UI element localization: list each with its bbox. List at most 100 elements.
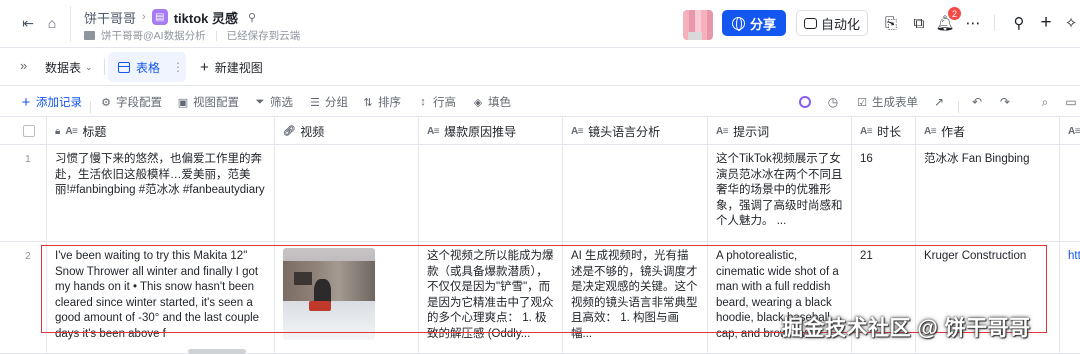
divider xyxy=(90,101,91,113)
column-header-video[interactable]: 🔗︎ 视频 xyxy=(274,117,418,145)
add-record-button[interactable]: + 添加记录 xyxy=(20,93,82,111)
ai-sparkle-icon[interactable]: ✧ xyxy=(1062,14,1080,32)
top-header: ⇤ ⌂ 饼干哥哥 › ▤ tiktok 灵感 ⚲ 饼干哥哥@AI数据分析 已经保… xyxy=(0,0,1080,48)
cell-prompt[interactable]: 这个TikTok视频展示了女演员范冰冰在两个不同且奢华的场景中的优雅形象，强调了… xyxy=(707,145,851,241)
chevron-right-icon: › xyxy=(142,11,146,23)
text-field-icon: A≡ xyxy=(65,125,78,137)
filter-label: 筛选 xyxy=(270,97,293,109)
plus-icon: + xyxy=(200,58,209,76)
avatar-blur xyxy=(688,32,702,40)
column-header-prompt[interactable]: A≡ 提示词 xyxy=(707,117,851,145)
search-records-icon[interactable]: ⌕ xyxy=(1038,95,1052,109)
column-header-duration[interactable]: A≡ 时长 xyxy=(851,117,915,145)
view-config-label: 视图配置 xyxy=(193,97,239,109)
row-height-label: 行高 xyxy=(433,97,456,109)
column-header-title[interactable]: 🔒︎ A≡ 标题 xyxy=(46,117,274,145)
group-label: 分组 xyxy=(325,97,348,109)
sort-button[interactable]: ⇅ 排序 xyxy=(362,94,401,110)
filter-button[interactable]: ⏷ 筛选 xyxy=(254,94,293,110)
select-all-checkbox[interactable] xyxy=(23,125,35,137)
cell-link[interactable]: htt xyxy=(1059,242,1080,353)
sort-icon: ⇅ xyxy=(363,96,373,109)
breadcrumb: 饼干哥哥 › ▤ tiktok 灵感 ⚲ xyxy=(84,8,256,26)
cell-title[interactable]: 习惯了慢下来的悠然，也偏爱工作里的奔赴，生活依旧这般模样…爱美丽，范美丽!#fa… xyxy=(46,145,274,241)
automation-label: 自动化 xyxy=(820,16,860,32)
fill-icon: ◈ xyxy=(473,96,483,109)
more-vertical-icon[interactable]: ⋮ xyxy=(172,60,184,74)
watermark: 掘金技术社区 @ 饼干哥哥 xyxy=(782,317,1031,340)
text-field-icon: A≡ xyxy=(716,125,729,137)
cell-video[interactable] xyxy=(274,145,418,241)
column-name: 爆款原因推导 xyxy=(444,124,517,139)
text-field-icon: A≡ xyxy=(924,125,937,137)
form-icon[interactable]: ⎘ xyxy=(882,14,900,32)
plus-icon[interactable]: + xyxy=(1037,12,1055,33)
gear-icon: ⚙ xyxy=(101,96,111,109)
redo-icon[interactable]: ↷ xyxy=(998,95,1012,109)
view-config-button[interactable]: ▣ 视图配置 xyxy=(177,94,239,110)
workspace-link[interactable]: 饼干哥哥 xyxy=(84,8,136,27)
field-config-button[interactable]: ⚙ 字段配置 xyxy=(100,94,162,110)
group-button[interactable]: ☰ 分组 xyxy=(309,94,348,110)
more-icon[interactable]: ⋯ xyxy=(964,14,982,32)
grid-icon xyxy=(118,61,130,73)
fill-color-button[interactable]: ◈ 填色 xyxy=(472,94,511,110)
text-field-icon: A≡ xyxy=(860,125,873,137)
doc-title[interactable]: tiktok 灵感 xyxy=(174,8,238,27)
home-icon[interactable]: ⌂ xyxy=(42,13,62,33)
folder-icon xyxy=(84,31,95,40)
column-header-next[interactable]: A≡ xyxy=(1059,117,1080,145)
cell-video[interactable] xyxy=(274,242,418,353)
cell-shot-analysis[interactable] xyxy=(562,145,707,241)
plus-icon: + xyxy=(21,93,31,111)
generate-form-button[interactable]: ☑ 生成表单 xyxy=(856,94,918,110)
attachment-icon: 🔗︎ xyxy=(283,125,296,137)
row-number: 1 xyxy=(25,153,31,165)
fill-color-label: 填色 xyxy=(488,97,511,109)
cell-duration[interactable]: 16 xyxy=(851,145,915,241)
column-name: 时长 xyxy=(877,124,902,139)
column-header-reason[interactable]: A≡ 爆款原因推导 xyxy=(418,117,562,145)
new-view-label: 新建视图 xyxy=(214,61,263,75)
cell-reason[interactable] xyxy=(418,145,562,241)
divider xyxy=(104,59,105,75)
row-number: 2 xyxy=(25,250,31,262)
video-thumbnail[interactable] xyxy=(283,248,375,340)
comment-icon[interactable]: ▭ xyxy=(1064,95,1078,109)
share-out-icon[interactable]: ↗ xyxy=(932,95,946,109)
column-header-author[interactable]: A≡ 作者 xyxy=(915,117,1059,145)
pin-icon[interactable]: ⚲ xyxy=(248,11,256,24)
row-height-icon: ↕ xyxy=(420,96,426,108)
text-field-icon: A≡ xyxy=(427,125,440,137)
column-header-shot-analysis[interactable]: A≡ 镜头语言分析 xyxy=(562,117,707,145)
share-label: 分享 xyxy=(749,16,776,32)
location-text[interactable]: 饼干哥哥@AI数据分析 xyxy=(101,28,206,43)
table-row[interactable]: 1 习惯了慢下来的悠然，也偏爱工作里的奔赴，生活依旧这般模样…爱美丽，范美丽!#… xyxy=(0,145,1080,242)
field-config-label: 字段配置 xyxy=(116,97,162,109)
search-icon[interactable]: ⚲ xyxy=(1010,14,1028,32)
undo-icon[interactable]: ↶ xyxy=(970,95,984,109)
group-icon: ☰ xyxy=(310,96,320,109)
collapse-sidebar-icon[interactable]: » xyxy=(20,58,27,73)
cell-extra[interactable] xyxy=(1059,145,1080,241)
globe-icon xyxy=(731,16,745,31)
automation-button[interactable]: 自动化 xyxy=(796,10,868,36)
sidebar-toggle-icon[interactable]: ⇤ xyxy=(18,13,38,33)
divider xyxy=(958,101,959,113)
doc-icon: ▤ xyxy=(151,9,168,25)
horizontal-scrollbar[interactable] xyxy=(188,349,246,354)
view-label: 表格 xyxy=(136,60,161,75)
cell-shot-analysis[interactable]: AI 生成视频时，光有描述是不够的，镜头调度才是决定观感的关键。这个视频的镜头语… xyxy=(562,242,707,353)
cell-reason[interactable]: 这个视频之所以能成为爆款（或具备爆款潜质），不仅仅是因为"铲雪"，而是因为它精准… xyxy=(418,242,562,353)
share-button[interactable]: 分享 xyxy=(722,10,786,36)
new-view-button[interactable]: + 新建视图 xyxy=(200,59,263,76)
ai-assistant-icon[interactable] xyxy=(798,95,812,109)
row-height-button[interactable]: ↕ 行高 xyxy=(417,94,456,110)
cell-author[interactable]: 范冰冰 Fan Bingbing xyxy=(915,145,1059,241)
history-icon[interactable]: ◷ xyxy=(826,95,840,109)
puzzle-icon[interactable]: ⧉ xyxy=(910,14,928,32)
cell-title[interactable]: I've been waiting to try this Makita 12"… xyxy=(46,242,274,353)
data-table-dropdown[interactable]: 数据表 ⌄ xyxy=(45,59,93,76)
robot-icon xyxy=(803,17,817,29)
tab-grid-view[interactable]: 表格 ⋮ xyxy=(108,52,186,82)
